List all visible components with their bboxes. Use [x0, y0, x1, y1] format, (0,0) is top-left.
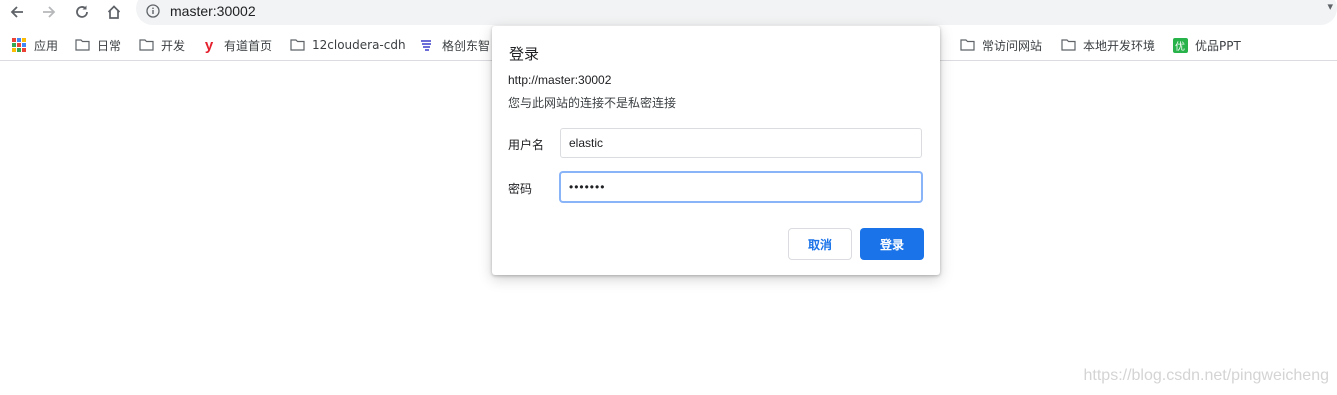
bookmark-item[interactable]: 优 优品PPT: [1172, 30, 1241, 60]
more-icon[interactable]: ▾: [1327, 0, 1333, 13]
url-text: master:30002: [170, 3, 256, 19]
youdao-icon: y: [204, 36, 214, 54]
username-input[interactable]: [560, 128, 922, 158]
folder-icon: [1060, 37, 1076, 53]
bookmark-label: 有道首页: [224, 38, 273, 53]
folder-icon: [74, 37, 90, 53]
bookmark-label: 开发: [161, 38, 186, 53]
bookmark-item[interactable]: 本地开发环境: [1060, 30, 1155, 60]
bookmark-apps[interactable]: 应用: [11, 30, 58, 60]
browser-toolbar: master:30002 ▾: [0, 0, 1337, 26]
home-button[interactable]: [103, 2, 125, 22]
bookmark-item[interactable]: 开发: [138, 30, 185, 60]
login-dialog: 登录 http://master:30002 您与此网站的连接不是私密连接 用户…: [492, 26, 940, 275]
watermark-text: https://blog.csdn.net/pingweicheng: [1083, 367, 1330, 384]
folder-icon: [138, 37, 154, 53]
dialog-title: 登录: [509, 45, 540, 63]
password-input[interactable]: [560, 172, 922, 202]
bookmark-item[interactable]: y 有道首页: [201, 30, 272, 60]
bookmark-item[interactable]: 格创东智: [419, 30, 490, 60]
info-icon[interactable]: [146, 3, 160, 22]
username-label: 用户名: [508, 138, 545, 152]
youpin-icon: 优: [1172, 37, 1188, 53]
bookmark-item[interactable]: 日常: [74, 30, 121, 60]
login-button[interactable]: 登录: [860, 228, 924, 260]
bookmark-label: 应用: [34, 38, 59, 53]
forward-icon: [43, 6, 56, 18]
gechuang-icon: [419, 37, 435, 53]
bookmark-label: 本地开发环境: [1083, 38, 1156, 53]
bookmark-label: 优品PPT: [1195, 38, 1241, 53]
bookmark-label: 12cloudera-cdh: [312, 38, 406, 52]
bookmark-label: 常访问网站: [982, 38, 1043, 53]
reload-icon: [76, 5, 88, 18]
bookmark-item[interactable]: 12cloudera-cdh: [289, 30, 406, 60]
back-button[interactable]: [6, 2, 28, 22]
forward-button[interactable]: [38, 2, 60, 22]
back-icon: [10, 6, 23, 18]
folder-icon: [959, 37, 975, 53]
bookmark-item[interactable]: 常访问网站: [959, 30, 1042, 60]
bookmark-label: 格创东智: [442, 38, 491, 53]
apps-icon: [11, 37, 27, 53]
folder-icon: [289, 37, 305, 53]
connection-warning: 您与此网站的连接不是私密连接: [508, 96, 677, 110]
home-icon: [107, 5, 121, 19]
password-label: 密码: [508, 182, 533, 196]
cancel-button[interactable]: 取消: [788, 228, 852, 260]
reload-button[interactable]: [71, 2, 93, 22]
bookmark-label: 日常: [97, 38, 122, 53]
dialog-url: http://master:30002: [508, 73, 612, 87]
address-bar[interactable]: master:30002 ▾: [136, 0, 1337, 25]
